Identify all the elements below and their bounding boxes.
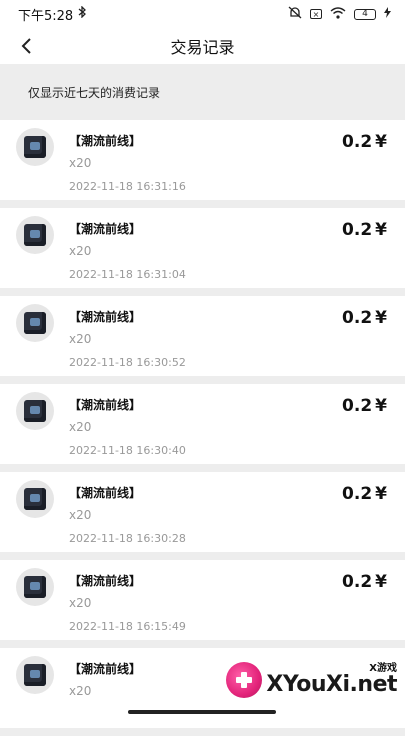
record-qty: x20 [69, 684, 92, 698]
record-row[interactable]: 【潮流前线】 x20 2022-11-18 16:30:28 0.2 ¥ [0, 472, 405, 552]
record-price: 0.2 ¥ [342, 308, 387, 328]
currency-symbol: ¥ [375, 396, 387, 416]
gift-box-icon [16, 568, 54, 606]
watermark-big: XYouXi.net [266, 672, 397, 697]
record-qty: x20 [69, 332, 92, 346]
status-bar: 下午5:28 × 4 [0, 0, 405, 28]
battery-icon: 4 [354, 8, 376, 20]
gift-box-icon [16, 480, 54, 518]
price-value: 0.2 [342, 308, 373, 328]
price-value: 0.2 [342, 572, 373, 592]
record-price: 0.2 ¥ [342, 572, 387, 592]
record-price: 0.2 ¥ [342, 396, 387, 416]
nav-bar: 交易记录 [0, 28, 405, 64]
record-price: 0.2 ¥ [342, 220, 387, 240]
currency-symbol: ¥ [375, 572, 387, 592]
gift-box-icon [16, 216, 54, 254]
page-title: 交易记录 [170, 38, 235, 57]
record-name: 【潮流前线】 [69, 398, 142, 412]
record-name: 【潮流前线】 [69, 310, 142, 324]
back-button[interactable] [14, 34, 38, 58]
record-date: 2022-11-18 16:31:16 [69, 180, 186, 193]
gift-box-icon [16, 128, 54, 166]
status-time: 下午5:28 [18, 8, 74, 24]
record-row[interactable]: 【潮流前线】 x20 2022-11-18 16:31:16 0.2 ¥ [0, 120, 405, 200]
records-list: 【潮流前线】 x20 2022-11-18 16:31:16 0.2 ¥ 【潮流前… [0, 120, 405, 736]
price-value: 0.2 [342, 132, 373, 152]
currency-symbol: ¥ [375, 308, 387, 328]
currency-symbol: ¥ [375, 484, 387, 504]
currency-symbol: ¥ [375, 132, 387, 152]
chevron-left-icon [21, 38, 31, 54]
gift-box-icon [16, 392, 54, 430]
record-name: 【潮流前线】 [69, 134, 142, 148]
record-date: 2022-11-18 16:31:04 [69, 268, 186, 281]
record-name: 【潮流前线】 [69, 662, 142, 676]
record-name: 【潮流前线】 [69, 486, 142, 500]
gift-box-icon [16, 304, 54, 342]
gift-box-icon [16, 656, 54, 694]
record-price: 0.2 ¥ [342, 484, 387, 504]
record-qty: x20 [69, 244, 92, 258]
battery-level: 4 [362, 8, 368, 19]
record-name: 【潮流前线】 [69, 574, 142, 588]
wifi-icon [330, 6, 346, 22]
record-name: 【潮流前线】 [69, 222, 142, 236]
price-value: 0.2 [342, 396, 373, 416]
record-qty: x20 [69, 596, 92, 610]
record-qty: x20 [69, 508, 92, 522]
notice-text: 仅显示近七天的消费记录 [0, 64, 405, 120]
record-date: 2022-11-18 16:30:40 [69, 444, 186, 457]
gamepad-logo-icon [226, 662, 263, 698]
record-date: 2022-11-18 16:30:28 [69, 532, 186, 545]
bluetooth-icon [77, 5, 87, 22]
record-row[interactable]: 【潮流前线】 x20 2022-11-18 16:30:52 0.2 ¥ [0, 296, 405, 376]
record-qty: x20 [69, 156, 92, 170]
record-date: 2022-11-18 16:30:52 [69, 356, 186, 369]
sim-icon: × [310, 9, 322, 19]
price-value: 0.2 [342, 220, 373, 240]
charging-icon [384, 7, 391, 21]
alarm-off-icon [288, 6, 302, 22]
record-qty: x20 [69, 420, 92, 434]
home-indicator[interactable] [128, 710, 276, 714]
record-row[interactable]: 【潮流前线】 x20 2022-11-18 16:30:40 0.2 ¥ [0, 384, 405, 464]
currency-symbol: ¥ [375, 220, 387, 240]
price-value: 0.2 [342, 484, 373, 504]
watermark: X游戏 XYouXi.net [226, 662, 397, 698]
record-date: 2022-11-18 16:15:49 [69, 620, 186, 633]
record-row[interactable]: 【潮流前线】 x20 2022-11-18 16:15:49 0.2 ¥ [0, 560, 405, 640]
record-price: 0.2 ¥ [342, 132, 387, 152]
record-row[interactable]: 【潮流前线】 x20 2022-11-18 16:31:04 0.2 ¥ [0, 208, 405, 288]
